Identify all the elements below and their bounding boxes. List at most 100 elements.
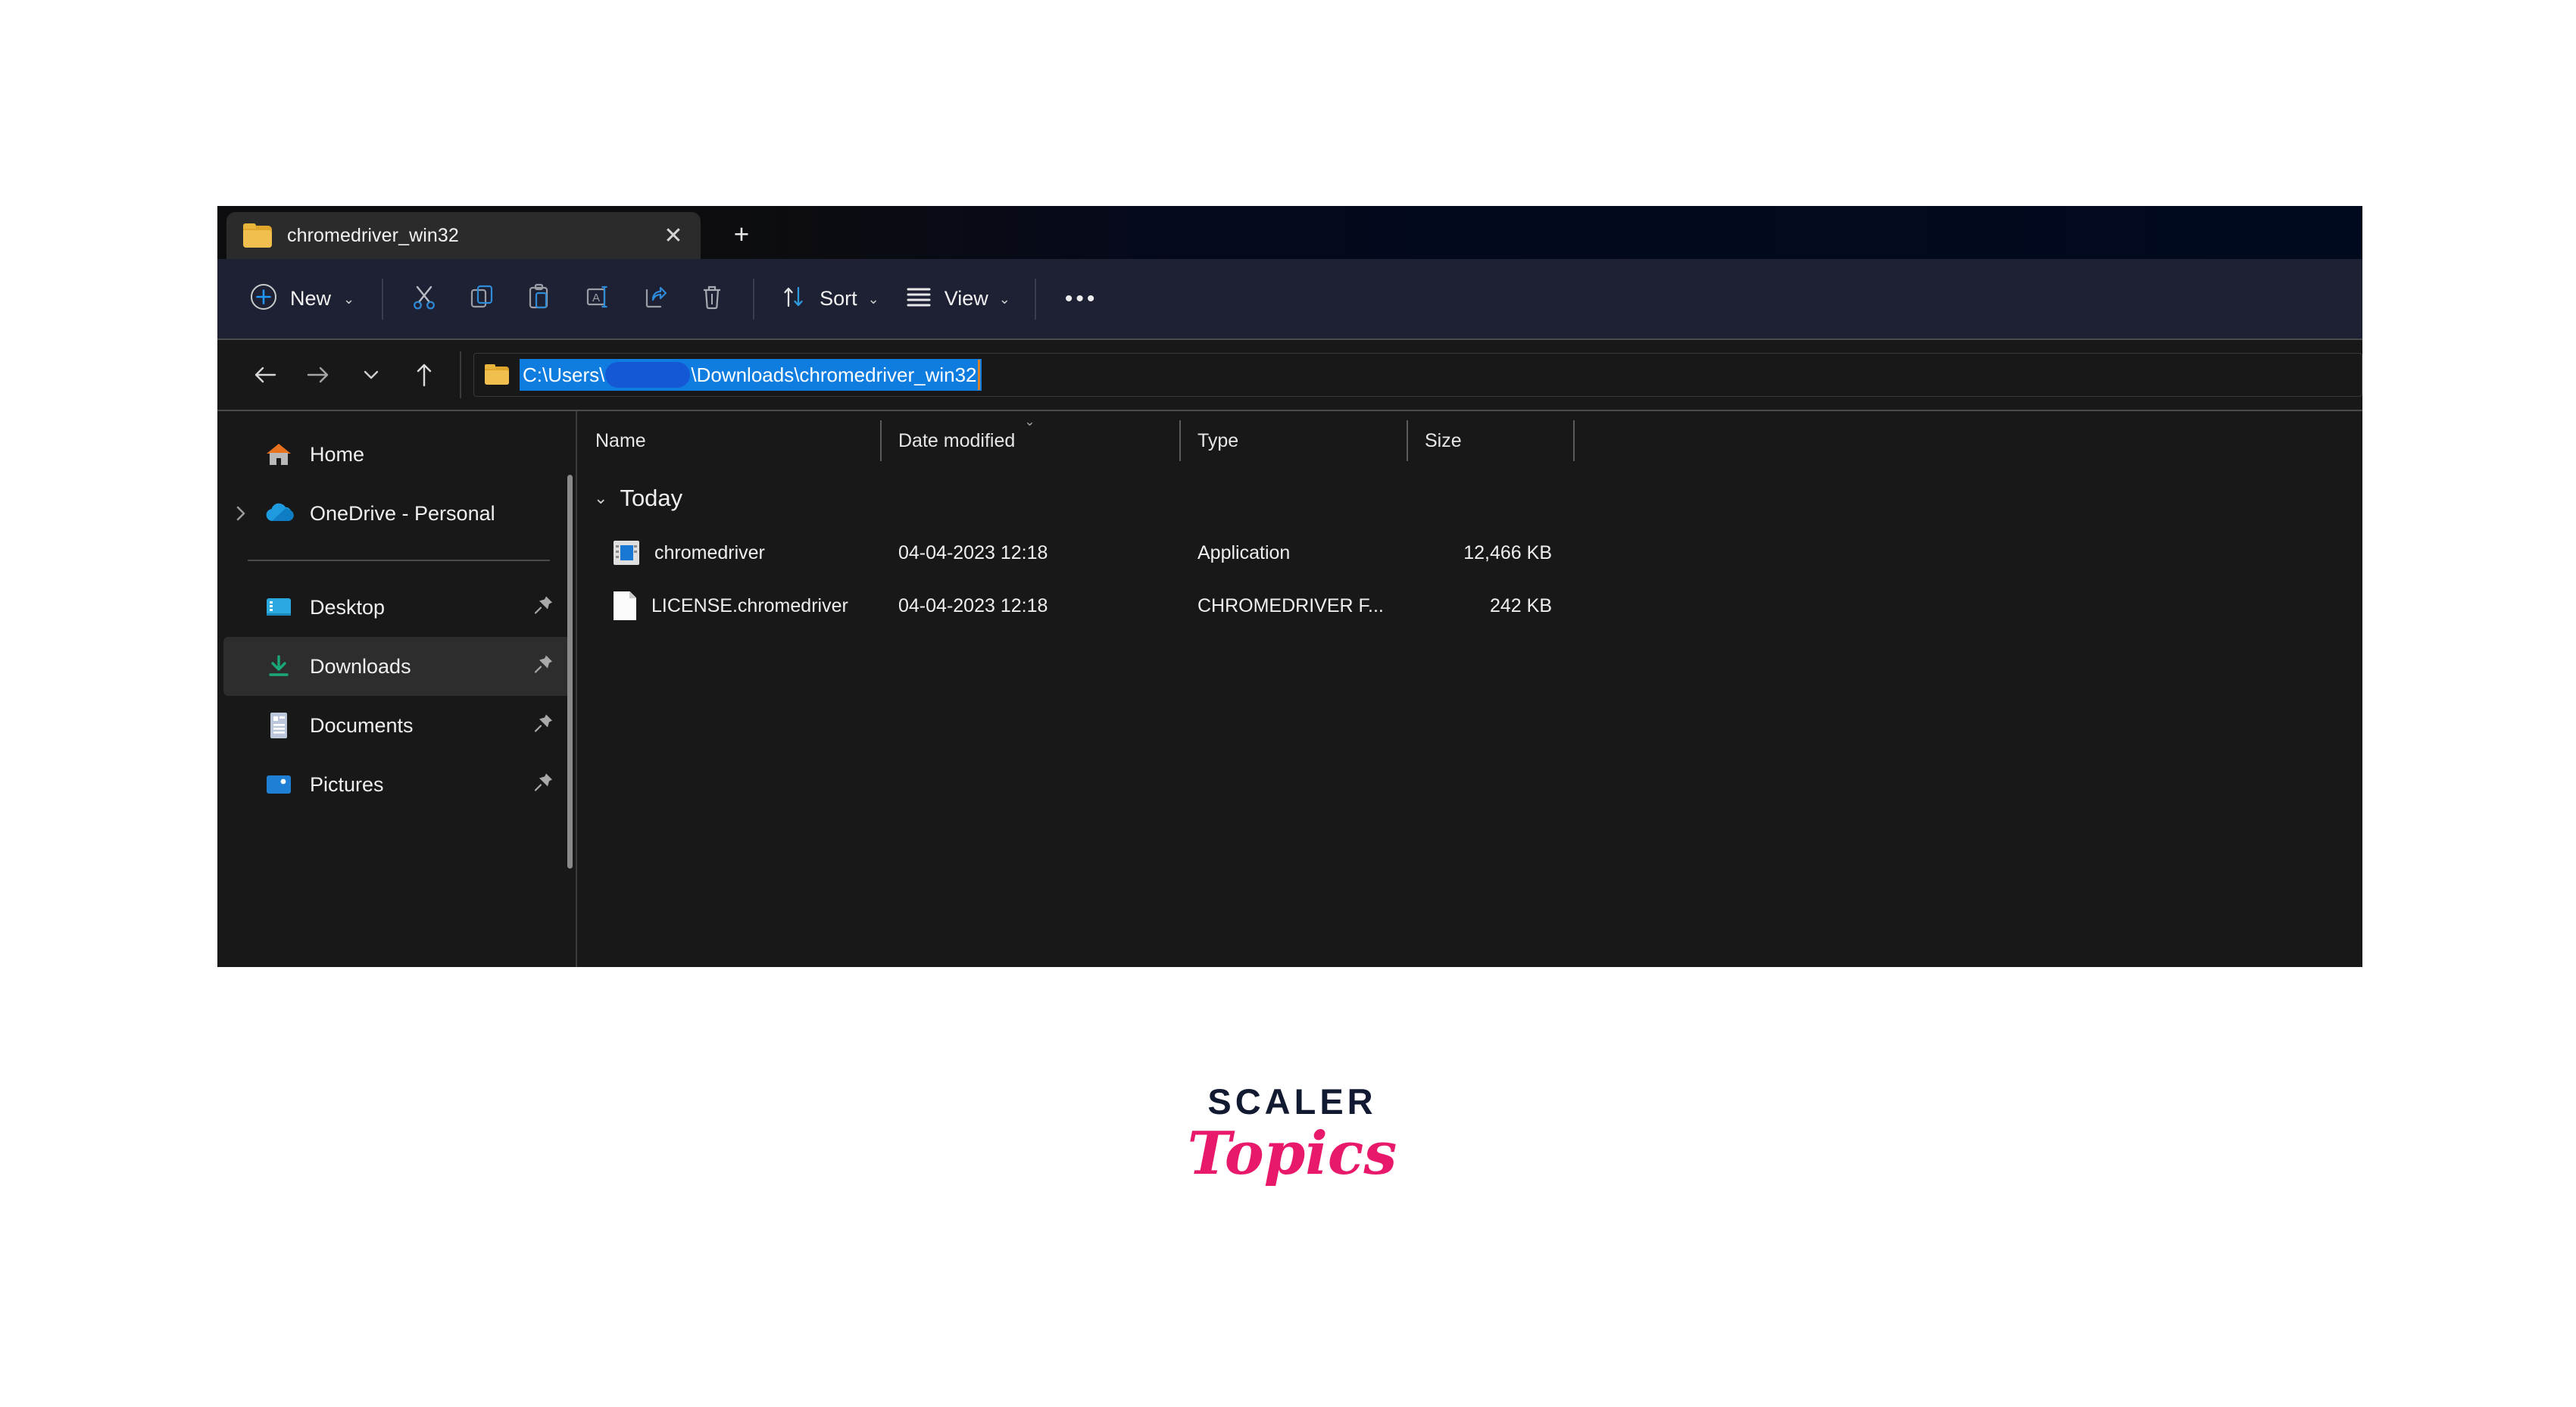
sidebar-item-downloads[interactable]: Downloads [223,637,571,696]
column-divider[interactable] [1407,420,1408,461]
pin-icon[interactable] [533,654,554,680]
table-row[interactable]: LICENSE.chromedriver 04-04-2023 12:18 CH… [577,579,2362,632]
up-button[interactable] [398,351,451,398]
chevron-down-icon [359,364,383,385]
file-list-pane: Name ⌄ Date modified Type Size ⌄ Today c… [577,411,2362,967]
sort-arrows-icon [779,282,809,316]
file-date-cell: 04-04-2023 12:18 [898,541,1048,563]
file-type-cell: Application [1197,541,1291,563]
forward-button[interactable] [292,351,345,398]
address-path-prefix: C:\Users\ [523,363,605,386]
address-bar-row: C:\Users\ \Downloads\chromedriver_win32 [217,338,2362,411]
sidebar-item-onedrive-personal[interactable]: OneDrive - Personal [223,484,571,543]
file-size-cell: 12,466 KB [1463,541,1552,563]
sidebar-item-label: Documents [310,713,414,737]
new-button-label: New [290,287,332,310]
close-icon[interactable]: ✕ [654,219,693,252]
more-options-button[interactable]: ••• [1048,276,1115,323]
column-header-name[interactable]: Name [577,411,880,470]
chevron-right-icon[interactable] [223,504,258,523]
sort-button[interactable]: Sort ⌄ [767,276,891,323]
pin-icon[interactable] [533,713,554,739]
trash-icon [697,282,727,316]
sidebar-item-pictures[interactable]: Pictures [223,755,571,814]
file-size-cell: 242 KB [1489,594,1552,616]
rename-button[interactable]: A [568,276,626,323]
sidebar-item-label: Desktop [310,595,386,619]
explorer-tab[interactable]: chromedriver_win32 ✕ [226,212,701,259]
back-button[interactable] [239,351,292,398]
arrow-right-icon [303,363,333,387]
table-row[interactable]: chromedriver 04-04-2023 12:18 Applicatio… [577,526,2362,579]
column-header-extra [1573,411,1679,470]
file-explorer-window: chromedriver_win32 ✕ + New ⌄ A Sort ⌄ Vi… [217,206,2362,967]
tab-title: chromedriver_win32 [287,224,459,246]
column-header-row: Name ⌄ Date modified Type Size [577,411,2362,470]
arrow-up-icon [411,360,437,389]
recent-locations-button[interactable] [345,351,398,398]
column-divider[interactable] [1573,420,1575,461]
application-icon [614,541,639,565]
home-icon [258,441,299,468]
rename-icon: A [582,282,612,316]
sidebar-item-home[interactable]: Home [223,425,571,484]
new-tab-button[interactable]: + [720,214,763,256]
chevron-down-icon: ⌄ [867,291,879,307]
address-path-suffix: \Downloads\chromedriver_win32 [691,363,977,386]
column-divider[interactable] [1179,420,1181,461]
file-group-label: Today [620,485,683,511]
new-button[interactable]: New ⌄ [239,276,370,323]
view-button[interactable]: View ⌄ [891,276,1023,323]
file-name-label: chromedriver [654,541,765,563]
toolbar-divider-2 [753,278,755,320]
folder-icon [485,364,511,385]
sidebar-scrollbar[interactable] [567,475,573,869]
toolbar-divider-3 [1034,278,1036,320]
documents-icon [258,711,299,740]
address-bar[interactable]: C:\Users\ \Downloads\chromedriver_win32 [473,353,2362,397]
chevron-down-icon[interactable]: ⌄ [594,488,607,508]
sidebar-divider [248,560,550,561]
scissors-icon [409,282,439,316]
svg-text:A: A [592,292,600,304]
toolbar-divider [382,278,384,320]
file-name-cell[interactable]: LICENSE.chromedriver [577,579,880,632]
column-header-label: Size [1425,429,1462,451]
redacted-username [605,362,691,388]
page-root: chromedriver_win32 ✕ + New ⌄ A Sort ⌄ Vi… [0,0,2576,1407]
column-header-date-modified[interactable]: ⌄ Date modified [880,411,1179,470]
clipboard-paste-icon [524,282,554,316]
sidebar-item-label: Pictures [310,772,384,796]
list-lines-icon [904,284,934,314]
share-button[interactable] [626,276,683,323]
desktop-icon [258,595,299,619]
sidebar-item-documents[interactable]: Documents [223,696,571,755]
title-bar: chromedriver_win32 ✕ + [217,206,2362,259]
column-header-type[interactable]: Type [1179,411,1407,470]
delete-button[interactable] [683,276,741,323]
download-icon [258,654,299,679]
copy-icon [467,282,497,316]
sidebar-item-desktop[interactable]: Desktop [223,578,571,637]
command-toolbar: New ⌄ A Sort ⌄ View ⌄ ••• [217,259,2362,338]
pin-icon[interactable] [533,594,554,621]
sort-label: Sort [820,287,857,310]
chevron-down-icon: ⌄ [343,291,355,307]
cloud-icon [258,502,299,525]
logo-scaler-text: SCALER [1207,1081,1377,1122]
file-name-cell[interactable]: chromedriver [577,526,880,579]
sidebar-item-label: Home [310,442,365,466]
scaler-topics-logo: SCALER Topics [1186,1081,1398,1188]
cut-button[interactable] [395,276,453,323]
column-header-label: Date modified [898,429,1016,451]
copy-button[interactable] [453,276,511,323]
address-path-text[interactable]: C:\Users\ \Downloads\chromedriver_win32 [520,359,982,391]
column-header-label: Name [595,429,646,451]
column-divider[interactable] [880,420,882,461]
file-group-header-today[interactable]: ⌄ Today [577,470,2362,526]
pin-icon[interactable] [533,772,554,798]
navigation-sidebar[interactable]: Home OneDrive - Personal Desktop Downloa… [217,411,577,967]
column-header-size[interactable]: Size [1407,411,1573,470]
file-date-cell: 04-04-2023 12:18 [898,594,1048,616]
paste-button[interactable] [511,276,568,323]
